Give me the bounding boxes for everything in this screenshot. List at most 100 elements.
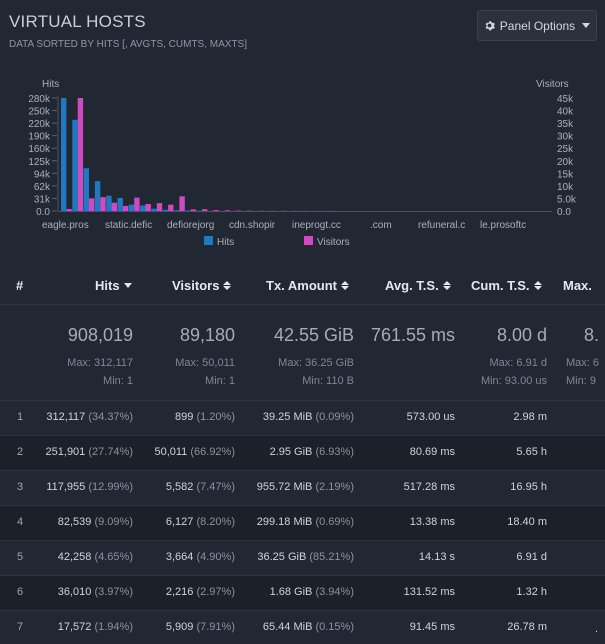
hits-bar — [174, 210, 180, 211]
row-index: 4 — [17, 516, 24, 528]
row-index: 2 — [17, 446, 24, 458]
row-visitors: 3,664 (4.90%) — [165, 551, 235, 563]
visitors-bar — [100, 197, 106, 211]
right-tick-label: 45k — [557, 94, 574, 105]
row-tx-amount: 39.25 MiB (0.09%) — [262, 411, 354, 423]
right-tick-label: 35k — [557, 119, 574, 130]
summary-hits-max: Max: 312,117 — [67, 357, 133, 369]
left-tick-label: 0.0 — [36, 207, 50, 218]
sort-icon — [533, 281, 542, 290]
row-index: 7 — [17, 621, 24, 633]
column-header-cum-ts[interactable]: Cum. T.S. — [471, 278, 542, 293]
table-row[interactable]: 7 17,572 (1.94%) 5,909 (7.91%) 65.44 MiB (0… — [0, 610, 605, 644]
column-header-max-ts[interactable]: Max. — [563, 278, 592, 293]
row-visitors: 50,011 (66.92%) — [154, 446, 235, 458]
row-avg-ts: 80.69 ms — [409, 446, 455, 458]
category-label: le.prosoftc — [480, 220, 526, 231]
visitors-bar — [202, 209, 208, 211]
row-max-ts: . — [595, 623, 599, 635]
legend-swatch-hits — [204, 236, 213, 245]
row-tx-amount: 65.44 MiB (0.15%) — [262, 621, 354, 633]
row-tx-amount: 1.68 GiB (3.94%) — [269, 586, 354, 598]
hits-bar — [185, 210, 191, 211]
column-header-avg-ts[interactable]: Avg. T.S. — [385, 278, 451, 293]
table-summary: 908,019 Max: 312,117 Min: 1 89,180 Max: … — [0, 304, 605, 400]
left-tick-label: 250k — [28, 107, 51, 118]
summary-hits-min: Min: 1 — [103, 375, 133, 387]
table-row[interactable]: 3 117,955 (12.99%) 5,582 (7.47%) 955.72 MiB… — [0, 470, 605, 505]
row-cum-ts: 16.95 h — [510, 481, 547, 493]
row-tx-amount: 955.72 MiB (2.19%) — [256, 481, 354, 493]
hits-bar — [162, 209, 169, 211]
summary-avg-total: 761.55 ms — [370, 325, 455, 345]
sort-icon — [223, 281, 232, 290]
hits-bar — [151, 208, 157, 211]
row-tx-amount: 299.18 MiB (0.69%) — [256, 516, 354, 528]
right-tick-label: 15k — [557, 169, 574, 180]
hits-bar — [83, 168, 89, 211]
row-index: 3 — [17, 481, 24, 493]
row-index: 6 — [17, 586, 24, 598]
column-header-index: # — [16, 278, 24, 293]
row-cum-ts: 18.40 m — [507, 516, 547, 528]
hits-bar — [106, 195, 112, 211]
sort-desc-icon — [123, 283, 132, 288]
row-cum-ts: 6.91 d — [516, 551, 547, 563]
row-avg-ts: 14.13 s — [418, 551, 455, 563]
column-header-hits[interactable]: Hits — [95, 278, 132, 293]
legend-swatch-visitors — [304, 236, 313, 245]
table-row[interactable]: 4 82,539 (9.09%) 6,127 (8.20%) 299.18 MiB (… — [0, 505, 605, 540]
column-header-tx-amount[interactable]: Tx. Amount — [266, 278, 350, 293]
table-row[interactable]: 2 251,901 (27.74%) 50,011 (66.92%) 2.95 GiB… — [0, 435, 605, 470]
right-tick-label: 20k — [557, 157, 574, 168]
row-avg-ts: 573.00 us — [406, 411, 455, 423]
visitors-bar — [179, 196, 185, 211]
summary-max-total: 8. — [584, 325, 600, 345]
category-label: ineprogt.cc — [292, 220, 341, 231]
right-tick-label: 5.0k — [557, 194, 577, 205]
right-tick-label: 30k — [557, 132, 574, 143]
table-row[interactable]: 6 36,010 (3.97%) 2,216 (2.97%) 1.68 GiB (3.… — [0, 575, 605, 610]
category-label: defiorejorg — [167, 220, 214, 231]
summary-cum-max: Max: 6.91 d — [489, 357, 547, 369]
row-tx-amount: 36.25 GiB (85.21%) — [257, 551, 354, 563]
table-row[interactable]: 1 312,117 (34.37%) 899 (1.20%) 39.25 MiB (0… — [0, 400, 605, 435]
row-hits: 17,572 (1.94%) — [57, 621, 133, 633]
left-tick-label: 220k — [28, 119, 51, 130]
panel-header: VIRTUAL HOSTS DATA SORTED BY HITS [, AVG… — [0, 0, 605, 70]
summary-tx-min: Min: 110 B — [302, 375, 354, 387]
gear-icon — [485, 21, 495, 31]
left-tick-label: 31k — [34, 194, 51, 205]
right-tick-label: 10k — [557, 182, 574, 193]
virtual-hosts-table: # Hits Visitors Tx. Amount Avg. T.S. Cum… — [0, 268, 605, 644]
row-cum-ts: 5.65 h — [516, 446, 547, 458]
summary-cum-total: 8.00 d — [496, 325, 547, 345]
panel-options-label: Panel Options — [499, 18, 576, 33]
row-tx-amount: 2.95 GiB (6.93%) — [269, 446, 354, 458]
summary-visitors-max: Max: 50,011 — [175, 357, 235, 369]
visitors-bar — [134, 197, 140, 211]
row-hits: 42,258 (4.65%) — [57, 551, 133, 563]
left-tick-label: 94k — [34, 169, 51, 180]
row-index: 1 — [17, 411, 24, 423]
legend-label-visitors: Visitors — [317, 237, 350, 248]
hits-bar — [117, 197, 123, 211]
summary-tx-max: Max: 36.25 GiB — [278, 357, 354, 369]
row-visitors: 2,216 (2.97%) — [165, 586, 235, 598]
category-label: .com — [370, 220, 392, 231]
column-header-visitors[interactable]: Visitors — [172, 278, 232, 293]
chevron-down-icon — [582, 23, 591, 28]
sort-icon — [442, 281, 451, 290]
visitors-bar — [122, 205, 129, 211]
table-row[interactable]: 5 42,258 (4.65%) 3,664 (4.90%) 36.25 GiB (8… — [0, 540, 605, 575]
right-tick-label: 40k — [557, 107, 574, 118]
visitors-bar — [145, 203, 151, 211]
right-tick-label: 0.0 — [557, 207, 571, 218]
panel-options-button[interactable]: Panel Options — [477, 10, 597, 41]
sort-icon — [341, 281, 350, 290]
row-avg-ts: 13.38 ms — [409, 516, 455, 528]
table-header-row: # Hits Visitors Tx. Amount Avg. T.S. Cum… — [0, 268, 605, 304]
summary-hits-total: 908,019 — [67, 325, 133, 345]
summary-visitors-total: 89,180 — [179, 325, 235, 345]
hits-bar — [94, 181, 101, 211]
